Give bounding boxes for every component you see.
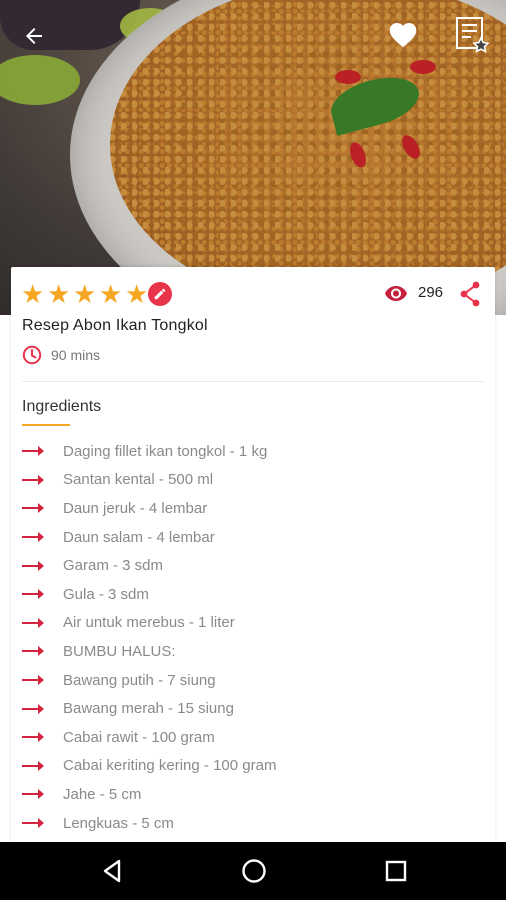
ingredient-text: Bawang merah - 15 siung bbox=[63, 700, 234, 718]
arrow-right-icon bbox=[22, 760, 44, 771]
list-item: Daging fillet ikan tongkol - 1 kg bbox=[22, 437, 276, 466]
arrow-right-icon bbox=[22, 646, 44, 657]
ingredient-text: Daun jeruk - 4 lembar bbox=[63, 499, 208, 517]
pencil-icon bbox=[154, 288, 166, 300]
list-item: Bawang merah - 15 siung bbox=[22, 694, 276, 723]
arrow-right-icon bbox=[22, 818, 44, 829]
list-item: BUMBU HALUS: bbox=[22, 637, 276, 666]
rating-stars[interactable]: ★ ★ ★ ★ ★ bbox=[21, 279, 149, 309]
list-item: Lengkuas - 5 cm bbox=[22, 809, 276, 838]
arrow-right-icon bbox=[22, 732, 44, 743]
share-button[interactable] bbox=[458, 281, 482, 307]
list-item: Santan kental - 500 ml bbox=[22, 466, 276, 495]
star-icon: ★ bbox=[47, 279, 71, 309]
arrow-right-icon bbox=[22, 617, 44, 628]
arrow-right-icon bbox=[22, 503, 44, 514]
ingredient-text: Cabai rawit - 100 gram bbox=[63, 728, 215, 746]
list-item: Daun salam - 4 lembar bbox=[22, 523, 276, 552]
views-counter: 296 bbox=[384, 284, 443, 301]
clock-icon bbox=[22, 345, 42, 365]
list-item: Garam - 3 sdm bbox=[22, 551, 276, 580]
square-recents-icon bbox=[385, 860, 407, 882]
edit-rating-button[interactable] bbox=[148, 282, 172, 306]
circle-home-icon bbox=[242, 859, 266, 883]
ingredient-text: Air untuk merebus - 1 liter bbox=[63, 614, 235, 632]
star-icon: ★ bbox=[21, 279, 45, 309]
divider bbox=[22, 381, 485, 382]
ingredient-text: Garam - 3 sdm bbox=[63, 557, 164, 575]
ingredients-heading: Ingredients bbox=[22, 398, 102, 415]
ingredient-text: BUMBU HALUS: bbox=[63, 642, 176, 660]
ingredient-text: Jahe - 5 cm bbox=[63, 785, 142, 803]
heart-icon bbox=[389, 23, 417, 48]
list-item: Jahe - 5 cm bbox=[22, 780, 276, 809]
arrow-right-icon bbox=[22, 703, 44, 714]
cook-time-text: 90 mins bbox=[51, 347, 101, 363]
arrow-right-icon bbox=[22, 675, 44, 686]
ingredient-text: Cabai keriting kering - 100 gram bbox=[63, 757, 277, 775]
list-item: Cabai keriting kering - 100 gram bbox=[22, 752, 276, 781]
ingredients-list: Daging fillet ikan tongkol - 1 kg Santan… bbox=[22, 437, 276, 837]
star-icon: ★ bbox=[99, 279, 123, 309]
recipe-title: Resep Abon Ikan Tongkol bbox=[22, 317, 208, 334]
list-item: Cabai rawit - 100 gram bbox=[22, 723, 276, 752]
list-item: Gula - 3 sdm bbox=[22, 580, 276, 609]
favorite-button[interactable] bbox=[383, 16, 423, 54]
recipe-card: ★ ★ ★ ★ ★ 296 Resep Abon Ikan Tongkol 90… bbox=[11, 267, 495, 847]
eye-icon bbox=[385, 285, 407, 301]
nav-back-button[interactable] bbox=[97, 856, 127, 886]
arrow-left-icon bbox=[26, 28, 42, 44]
ingredient-text: Bawang putih - 7 siung bbox=[63, 671, 216, 689]
bookmark-list-star-icon bbox=[456, 17, 490, 53]
ingredient-text: Santan kental - 500 ml bbox=[63, 471, 214, 489]
ingredient-text: Gula - 3 sdm bbox=[63, 585, 149, 603]
arrow-right-icon bbox=[22, 589, 44, 600]
share-icon bbox=[460, 281, 480, 307]
ingredient-text: Daging fillet ikan tongkol - 1 kg bbox=[63, 442, 268, 460]
star-icon: ★ bbox=[73, 279, 97, 309]
list-item: Daun jeruk - 4 lembar bbox=[22, 494, 276, 523]
ingredient-text: Lengkuas - 5 cm bbox=[63, 814, 174, 832]
system-navigation-bar bbox=[0, 842, 506, 900]
arrow-right-icon bbox=[22, 446, 44, 457]
bookmark-button[interactable] bbox=[452, 14, 492, 54]
ingredients-heading-underline bbox=[22, 424, 70, 426]
views-count: 296 bbox=[418, 284, 444, 301]
list-item: Air untuk merebus - 1 liter bbox=[22, 609, 276, 638]
arrow-right-icon bbox=[22, 789, 44, 800]
ingredient-text: Daun salam - 4 lembar bbox=[63, 528, 215, 546]
list-item: Bawang putih - 7 siung bbox=[22, 666, 276, 695]
nav-recents-button[interactable] bbox=[381, 856, 411, 886]
arrow-right-icon bbox=[22, 560, 44, 571]
cook-time: 90 mins bbox=[22, 345, 100, 365]
arrow-right-icon bbox=[22, 474, 44, 485]
triangle-back-icon bbox=[103, 859, 121, 883]
nav-home-button[interactable] bbox=[239, 856, 269, 886]
star-icon: ★ bbox=[125, 279, 149, 309]
back-button[interactable] bbox=[16, 18, 52, 54]
arrow-right-icon bbox=[22, 532, 44, 543]
